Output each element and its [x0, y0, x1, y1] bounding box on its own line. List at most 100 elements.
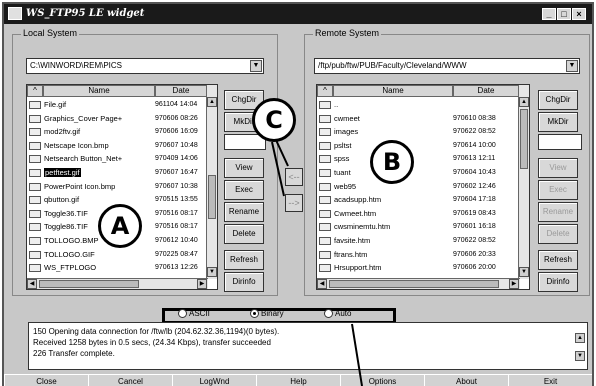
chevron-down-icon[interactable]: ▼ — [566, 60, 578, 72]
scroll-left-icon[interactable]: ◀ — [27, 279, 37, 289]
radio-circle-icon[interactable] — [324, 309, 333, 319]
remote-date-header[interactable]: Date — [453, 85, 519, 97]
file-row[interactable]: spss 970613 12:11 — [319, 153, 495, 164]
close-button[interactable]: Close — [4, 374, 88, 386]
cancel-button[interactable]: Cancel — [88, 374, 172, 386]
logwnd-button[interactable]: LogWnd — [172, 374, 256, 386]
radio-circle-icon[interactable] — [250, 309, 259, 319]
remote-exec-button[interactable]: Exec — [538, 180, 578, 200]
remote-view-button[interactable]: View — [538, 158, 578, 178]
about-button[interactable]: About — [424, 374, 508, 386]
scroll-up-icon[interactable]: ▲ — [207, 97, 217, 107]
transfer-to-local-button[interactable]: <-- — [285, 168, 303, 186]
local-hscroll-thumb[interactable] — [39, 280, 139, 288]
local-scroll-thumb[interactable] — [208, 175, 216, 219]
local-date-header[interactable]: Date — [155, 85, 207, 97]
file-row[interactable]: cwsminemtu.htm 970601 16:18 — [319, 221, 496, 232]
callout-b: B — [370, 140, 414, 184]
file-icon — [29, 101, 41, 110]
file-row[interactable]: web95 970602 12:46 — [319, 181, 496, 192]
remote-rename-button[interactable]: Rename — [538, 202, 578, 222]
help-button[interactable]: Help — [256, 374, 340, 386]
local-view-button[interactable]: View — [224, 158, 264, 178]
transfer-to-remote-button[interactable]: --> — [285, 194, 303, 212]
scroll-up-icon[interactable]: ▲ — [575, 333, 585, 343]
remote-dirinfo-button[interactable]: Dirinfo — [538, 272, 578, 292]
file-row[interactable]: Netscape Icon.bmp 970607 10:48 — [29, 140, 198, 151]
remote-file-list[interactable]: ^ Name Date ▲ ▼ ◀ ▶ .. cwmeet 970610 08:38… — [316, 84, 530, 290]
maximize-button[interactable]: □ — [557, 8, 571, 20]
remote-path-select[interactable]: /ftp/pub/ftw/PUB/Faculty/Cleveland/WWW ▼ — [314, 58, 580, 74]
scroll-down-icon[interactable]: ▼ — [207, 267, 217, 277]
file-row[interactable]: PowerPoint Icon.bmp 970607 10:38 — [29, 181, 198, 192]
local-horizontal-scrollbar[interactable]: ◀ ▶ — [27, 278, 208, 289]
scroll-down-icon[interactable]: ▼ — [519, 267, 529, 277]
file-icon — [29, 196, 41, 205]
log-line: 150 Opening data connection for /ftw/lb … — [33, 327, 280, 336]
local-path-select[interactable]: C:\WINWORD\REM\PICS ▼ — [26, 58, 264, 74]
file-row[interactable]: TOLLOGO.BMP 970612 10:40 — [29, 235, 198, 246]
file-row[interactable]: psltst 970614 10:00 — [319, 140, 496, 151]
file-date: 970602 12:46 — [453, 182, 496, 190]
file-icon — [319, 169, 331, 178]
radio-circle-icon[interactable] — [178, 309, 187, 319]
exit-button[interactable]: Exit — [508, 374, 592, 386]
file-row[interactable]: Toggle36.TIF 970516 08:17 — [29, 208, 198, 219]
scroll-down-icon[interactable]: ▼ — [575, 351, 585, 361]
options-button[interactable]: Options — [340, 374, 424, 386]
file-icon — [29, 114, 41, 123]
file-row[interactable]: TOLLOGO.GIF 970225 08:47 — [29, 249, 198, 260]
remote-mkdir-button[interactable]: MkDir — [538, 112, 578, 132]
remote-filter-field[interactable] — [538, 134, 582, 150]
file-row[interactable]: .. — [319, 99, 338, 110]
remote-horizontal-scrollbar[interactable]: ◀ ▶ — [317, 278, 520, 289]
minimize-button[interactable]: _ — [542, 8, 556, 20]
file-icon — [29, 155, 41, 164]
scroll-up-icon[interactable]: ▲ — [519, 97, 529, 107]
file-row[interactable]: Graphics_Cover Page+ 970606 08:26 — [29, 113, 198, 124]
file-row[interactable]: favsite.htm 970622 08:52 — [319, 235, 496, 246]
file-row[interactable]: mod2ftv.gif 970606 16:09 — [29, 126, 198, 137]
file-row[interactable]: cwmeet 970610 08:38 — [319, 113, 496, 124]
scroll-right-icon[interactable]: ▶ — [197, 279, 207, 289]
remote-vertical-scrollbar[interactable]: ▲ ▼ — [518, 85, 529, 279]
local-vertical-scrollbar[interactable]: ▲ ▼ — [206, 85, 217, 279]
mode-ascii-radio[interactable]: ASCII — [178, 307, 210, 321]
file-row[interactable]: acadsupp.htm 970604 17:18 — [319, 194, 496, 205]
file-row[interactable]: Netsearch Button_Net+ 970409 14:06 — [29, 153, 198, 164]
chevron-down-icon[interactable]: ▼ — [250, 60, 262, 72]
file-row[interactable]: qbutton.gif 970515 13:55 — [29, 194, 198, 205]
file-row[interactable]: Toggle86.TIF 970516 08:17 — [29, 221, 198, 232]
file-row[interactable]: File.gif 961104 14:04 — [29, 99, 197, 110]
file-row[interactable]: Cwmeet.htm 970619 08:43 — [319, 208, 496, 219]
remote-scroll-thumb[interactable] — [520, 109, 528, 169]
local-sort-button[interactable]: ^ — [27, 85, 43, 97]
local-refresh-button[interactable]: Refresh — [224, 250, 264, 270]
remote-sort-button[interactable]: ^ — [317, 85, 333, 97]
local-exec-button[interactable]: Exec — [224, 180, 264, 200]
close-window-button[interactable]: × — [572, 8, 586, 20]
mode-auto-radio[interactable]: Auto — [324, 307, 351, 321]
scroll-right-icon[interactable]: ▶ — [509, 279, 519, 289]
file-row[interactable]: ftrans.htm 970606 20:33 — [319, 249, 496, 260]
remote-chgdir-button[interactable]: ChgDir — [538, 90, 578, 110]
file-row[interactable]: WS_FTPLOGO 970613 12:26 — [29, 262, 198, 273]
remote-refresh-button[interactable]: Refresh — [538, 250, 578, 270]
mode-label: ASCII — [189, 309, 210, 318]
local-delete-button[interactable]: Delete — [224, 224, 264, 244]
remote-delete-button[interactable]: Delete — [538, 224, 578, 244]
file-row[interactable]: Hrsupport.htm 970606 20:00 — [319, 262, 496, 273]
local-name-header[interactable]: Name — [43, 85, 155, 97]
remote-hscroll-thumb[interactable] — [329, 280, 499, 288]
file-row[interactable]: images 970622 08:52 — [319, 126, 496, 137]
file-name: File.gif — [44, 100, 67, 109]
local-file-list[interactable]: ^ Name Date ▲ ▼ ◀ ▶ File.gif 961104 14:04… — [26, 84, 218, 290]
remote-name-header[interactable]: Name — [333, 85, 453, 97]
file-row[interactable]: petftest.gif 970607 16:47 — [29, 167, 198, 178]
local-dirinfo-button[interactable]: Dirinfo — [224, 272, 264, 292]
mode-binary-radio[interactable]: Binary — [250, 307, 284, 321]
local-rename-button[interactable]: Rename — [224, 202, 264, 222]
file-row[interactable]: tuant 970604 10:43 — [319, 167, 496, 178]
file-icon — [29, 209, 41, 218]
scroll-left-icon[interactable]: ◀ — [317, 279, 327, 289]
